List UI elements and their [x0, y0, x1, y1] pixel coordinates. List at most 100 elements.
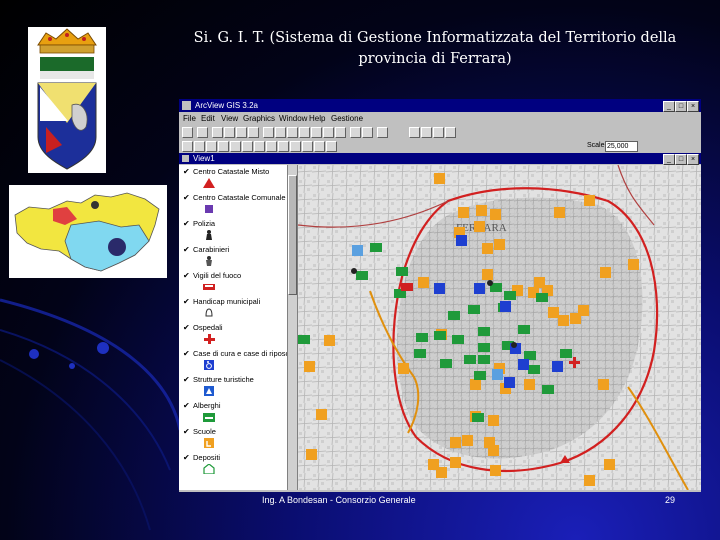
- chart-icon[interactable]: [445, 127, 456, 138]
- menu-window[interactable]: Window: [279, 113, 307, 125]
- view-minimize-icon[interactable]: _: [663, 154, 675, 165]
- wheelchair-icon: [204, 360, 214, 370]
- measure-icon[interactable]: [254, 141, 265, 152]
- checkbox-icon[interactable]: ✔: [183, 271, 190, 280]
- hotel-icon: [203, 413, 215, 422]
- legend-item[interactable]: ✔ Carabinieri: [183, 245, 291, 273]
- label-icon[interactable]: [290, 141, 301, 152]
- zoom-previous-icon[interactable]: [335, 127, 346, 138]
- edit-legend-icon[interactable]: [224, 127, 235, 138]
- open-table-icon[interactable]: [236, 127, 247, 138]
- maximize-icon[interactable]: □: [675, 101, 687, 112]
- legend-item[interactable]: ✔ Centro Catastale Comunale: [183, 193, 291, 221]
- draw-polygon-icon[interactable]: [326, 141, 337, 152]
- legend-label: Vigili del fuoco: [193, 271, 242, 280]
- hotlink-icon[interactable]: [266, 141, 277, 152]
- legend-label: Handicap municipali: [193, 297, 261, 306]
- menu-gestione[interactable]: Gestione: [331, 113, 363, 125]
- menubar: File Edit View Graphics Window Help Gest…: [179, 113, 701, 125]
- checkbox-icon[interactable]: ✔: [183, 167, 190, 176]
- legend-item[interactable]: ✔ Scuole: [183, 427, 291, 455]
- legend-item[interactable]: ✔ Case di cura e case di riposo: [183, 349, 291, 377]
- text-tool-icon[interactable]: [302, 141, 313, 152]
- zoom-out-tool-icon[interactable]: [230, 141, 241, 152]
- zoom-selected-icon[interactable]: [299, 127, 310, 138]
- legend-item[interactable]: ✔ Vigili del fuoco: [183, 271, 291, 299]
- theme-properties-icon[interactable]: [212, 127, 223, 138]
- clear-selection-icon[interactable]: [362, 127, 373, 138]
- scrollbar-thumb[interactable]: [288, 175, 297, 295]
- select-features-icon[interactable]: [350, 127, 361, 138]
- zoom-out-icon[interactable]: [323, 127, 334, 138]
- save-project-icon[interactable]: [182, 127, 193, 138]
- minimize-icon[interactable]: _: [663, 101, 675, 112]
- tourism-marker[interactable]: [492, 369, 503, 380]
- menu-graphics[interactable]: Graphics: [243, 113, 275, 125]
- legend-label: Centro Catastale Misto: [193, 167, 270, 176]
- draw-point-icon[interactable]: [314, 141, 325, 152]
- checkbox-icon[interactable]: ✔: [183, 427, 190, 436]
- tourism-marker[interactable]: [352, 245, 363, 256]
- locate-icon[interactable]: [421, 127, 432, 138]
- menu-edit[interactable]: Edit: [201, 113, 215, 125]
- menu-file[interactable]: File: [183, 113, 196, 125]
- page-number: 29: [665, 495, 676, 505]
- view-icon: [182, 155, 189, 162]
- add-theme-icon[interactable]: [197, 127, 208, 138]
- checkbox-icon[interactable]: ✔: [183, 349, 190, 358]
- police-marker[interactable]: [511, 342, 517, 348]
- zoom-in-tool-icon[interactable]: [218, 141, 229, 152]
- pointer-icon[interactable]: [194, 141, 205, 152]
- help-icon[interactable]: [377, 127, 388, 138]
- police-icon: [206, 230, 212, 240]
- tourism-icon: [204, 386, 214, 396]
- checkbox-icon[interactable]: ✔: [183, 193, 190, 202]
- city-map[interactable]: FERRARA: [298, 165, 701, 490]
- legend-item[interactable]: ✔ Depositi: [183, 453, 291, 481]
- layout-icon[interactable]: [409, 127, 420, 138]
- view-titlebar: View1 _ □ ×: [179, 153, 701, 165]
- police-marker[interactable]: [351, 268, 357, 274]
- footer-text: Ing. A Bondesan - Consorzio Generale: [262, 495, 416, 505]
- legend-item[interactable]: ✔ Strutture turistiche: [183, 375, 291, 403]
- scale-box: Scale 1: 25,000: [587, 141, 687, 152]
- police-marker[interactable]: [487, 280, 493, 286]
- checkbox-icon[interactable]: ✔: [183, 297, 190, 306]
- zoom-in-icon[interactable]: [311, 127, 322, 138]
- legend-label: Ospedali: [193, 323, 223, 332]
- legend-item[interactable]: ✔ Polizia: [183, 219, 291, 247]
- fire-station-marker[interactable]: [401, 283, 413, 291]
- vertex-edit-icon[interactable]: [206, 141, 217, 152]
- menu-help[interactable]: Help: [309, 113, 325, 125]
- pan-icon[interactable]: [242, 141, 253, 152]
- close-icon[interactable]: ×: [687, 101, 699, 112]
- checkbox-icon[interactable]: ✔: [183, 323, 190, 332]
- zoom-active-icon[interactable]: [287, 127, 298, 138]
- print-icon[interactable]: [433, 127, 444, 138]
- find-icon[interactable]: [248, 127, 259, 138]
- checkbox-icon[interactable]: ✔: [183, 375, 190, 384]
- area-of-interest-icon[interactable]: [278, 141, 289, 152]
- checkbox-icon[interactable]: ✔: [183, 401, 190, 410]
- legend-item[interactable]: ✔ Ospedali: [183, 323, 291, 351]
- view-close-icon[interactable]: ×: [687, 154, 699, 165]
- red-triangle-icon: [203, 178, 215, 188]
- legend-item[interactable]: ✔ Handicap municipali: [183, 297, 291, 325]
- province-crest-logo: [28, 27, 106, 173]
- checkbox-icon[interactable]: ✔: [183, 453, 190, 462]
- menu-view[interactable]: View: [221, 113, 238, 125]
- legend-panel: ✔ Centro Catastale Misto ✔ Centro Catast…: [179, 165, 298, 490]
- legend-item[interactable]: ✔ Centro Catastale Misto: [183, 167, 291, 195]
- scale-input[interactable]: 25,000: [605, 141, 638, 152]
- legend-label: Case di cura e case di riposo: [193, 349, 290, 358]
- view-maximize-icon[interactable]: □: [675, 154, 687, 165]
- query-builder-icon[interactable]: [263, 127, 274, 138]
- legend-scrollbar[interactable]: [287, 165, 297, 490]
- legend-label: Strutture turistiche: [193, 375, 254, 384]
- checkbox-icon[interactable]: ✔: [183, 245, 190, 254]
- legend-item[interactable]: ✔ Alberghi: [183, 401, 291, 429]
- checkbox-icon[interactable]: ✔: [183, 219, 190, 228]
- identify-icon[interactable]: [182, 141, 193, 152]
- map-display[interactable]: FERRARA: [298, 165, 701, 490]
- zoom-full-icon[interactable]: [275, 127, 286, 138]
